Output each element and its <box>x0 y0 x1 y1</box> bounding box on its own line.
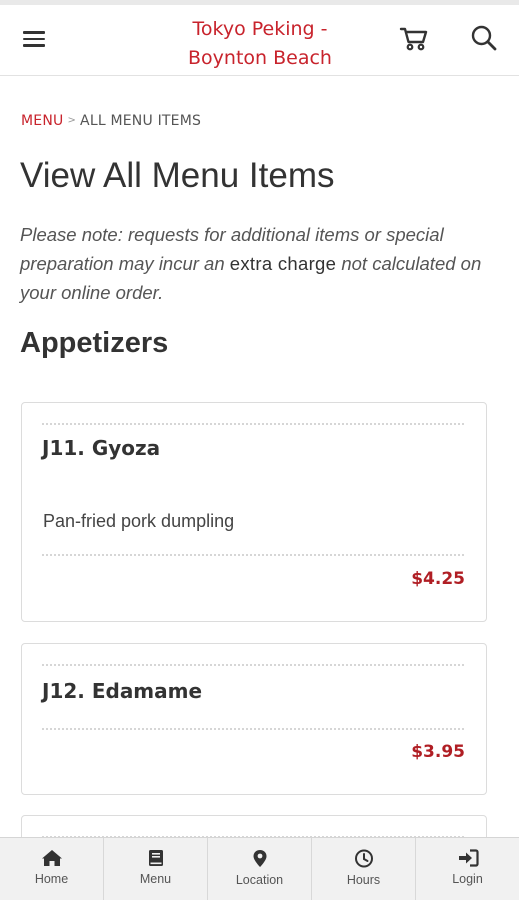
order-note-emphasis: extra charge <box>229 253 337 274</box>
nav-hours[interactable]: Hours <box>312 838 416 900</box>
nav-home-label: Home <box>34 872 69 886</box>
item-divider <box>42 664 464 666</box>
item-name: J11. Gyoza <box>42 436 161 460</box>
breadcrumb-separator: > <box>67 115 77 126</box>
search-icon[interactable] <box>468 22 500 54</box>
nav-home[interactable]: Home <box>0 838 104 900</box>
nav-login[interactable]: Login <box>416 838 519 900</box>
hamburger-icon[interactable] <box>22 27 48 51</box>
app-header: Tokyo Peking - Boynton Beach <box>0 5 519 76</box>
item-divider <box>42 728 464 730</box>
map-pin-icon <box>253 850 266 867</box>
nav-hours-label: Hours <box>346 873 381 887</box>
breadcrumb: MENU > ALL MENU ITEMS <box>21 113 201 129</box>
breadcrumb-current: ALL MENU ITEMS <box>80 113 202 129</box>
bottom-nav: Home Menu Location Hours Login <box>0 837 519 900</box>
item-price: $4.25 <box>411 569 465 589</box>
clock-icon <box>354 849 373 868</box>
nav-location-label: Location <box>235 873 284 887</box>
cart-icon[interactable] <box>398 22 430 54</box>
item-divider <box>42 423 464 425</box>
restaurant-title[interactable]: Tokyo Peking - Boynton Beach <box>150 15 370 73</box>
nav-menu-label: Menu <box>139 872 172 886</box>
breadcrumb-menu-link[interactable]: MENU <box>21 113 63 129</box>
home-icon <box>41 850 62 866</box>
item-name: J12. Edamame <box>42 679 203 703</box>
nav-location[interactable]: Location <box>208 838 312 900</box>
item-divider <box>42 554 464 556</box>
sign-in-icon <box>458 849 479 867</box>
order-note: Please note: requests for additional ite… <box>20 220 500 307</box>
item-description: Pan-fried pork dumpling <box>43 511 235 531</box>
section-title-appetizers: Appetizers <box>20 327 169 359</box>
book-icon <box>148 850 163 866</box>
nav-login-label: Login <box>452 872 483 886</box>
restaurant-title-line1: Tokyo Peking - <box>192 18 328 40</box>
item-price: $3.95 <box>411 742 465 762</box>
nav-menu[interactable]: Menu <box>104 838 208 900</box>
menu-item-card[interactable]: J12. Edamame $3.95 <box>21 643 487 795</box>
restaurant-title-line2: Boynton Beach <box>188 47 332 69</box>
menu-item-card[interactable]: J11. Gyoza Pan-fried pork dumpling $4.25 <box>21 402 487 622</box>
page-title: View All Menu Items <box>20 156 335 195</box>
